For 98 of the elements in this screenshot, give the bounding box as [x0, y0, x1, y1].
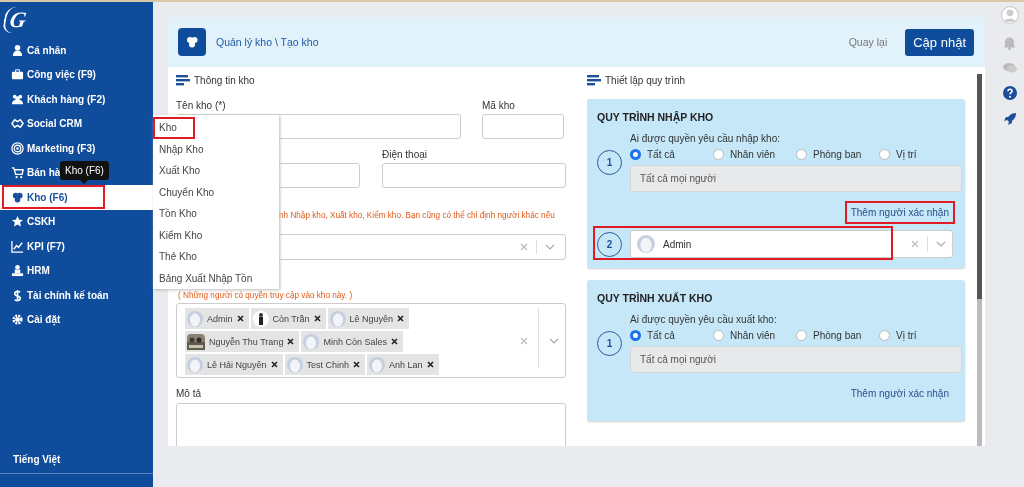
org-icon [11, 264, 24, 278]
radio-option[interactable]: Phòng ban [796, 149, 879, 160]
avatar-icon [303, 333, 320, 350]
submenu-item[interactable]: Kho [153, 117, 195, 139]
chevron-down-icon[interactable] [549, 337, 559, 344]
target-icon [11, 141, 24, 155]
radio-option[interactable]: Nhân viên [713, 330, 796, 341]
field-label: Tên kho (*) [176, 100, 227, 112]
section-heading: Thiết lập quy trình [605, 74, 686, 86]
avatar-icon [369, 356, 386, 373]
radio-option[interactable]: Vị trí [879, 149, 962, 160]
remove-icon[interactable] [287, 338, 295, 345]
scope-field: Tất cả mọi người [630, 165, 962, 192]
logo: G [1, 7, 33, 33]
sidebar-item[interactable]: Tài chính kế toán [0, 283, 153, 308]
member-name: Lê Hải Nguyên [207, 359, 267, 370]
avatar-icon [329, 310, 346, 327]
submenu-item[interactable]: Nhập Kho [153, 138, 279, 160]
member-name: Nguyễn Thu Trang [209, 336, 284, 347]
sidebar-item[interactable]: Marketing (F3) [0, 136, 153, 161]
briefcase-icon [11, 68, 24, 82]
sidebar-item[interactable]: CSKH [0, 209, 153, 234]
avatar-icon [286, 356, 303, 373]
sidebar-item[interactable]: Cài đặt [0, 307, 153, 332]
process-title: QUY TRÌNH NHẬP KHO [597, 111, 715, 123]
hint-text: ( Những người có quyền truy cập vào kho này. ) [178, 290, 353, 301]
input-field[interactable] [482, 114, 564, 139]
avatar-icon [637, 235, 655, 253]
radio-option[interactable]: Nhân viên [713, 149, 796, 160]
add-approver-link[interactable]: Thêm người xác nhận [846, 203, 953, 222]
sidebar-item[interactable]: Công việc (F9) [0, 62, 153, 87]
clear-icon[interactable] [520, 243, 528, 251]
chat-icon[interactable] [1002, 62, 1017, 74]
scope-field: Tất cả mọi người [630, 346, 962, 373]
chevron-down-icon[interactable] [936, 241, 946, 247]
remove-icon[interactable] [236, 315, 244, 322]
radio-option[interactable]: Tất cả [630, 330, 713, 341]
avatar-icon [187, 356, 203, 373]
submenu-item[interactable]: Kiểm Kho [153, 224, 279, 246]
radio-option[interactable]: Phòng ban [796, 330, 879, 341]
star-icon [11, 215, 24, 229]
remove-icon[interactable] [390, 338, 398, 345]
field-label: Điện thoại [382, 149, 429, 161]
clear-icon[interactable] [911, 240, 919, 248]
rocket-icon[interactable] [1002, 112, 1017, 126]
remove-icon[interactable] [397, 315, 405, 322]
remove-icon[interactable] [270, 361, 278, 368]
breadcrumb: Quản lý kho \ Tạo kho [216, 36, 320, 48]
users-icon [11, 92, 24, 106]
hint-text: nh Nhập kho, Xuất kho, Kiểm kho. Bạn cũng có thể chỉ định người khác nếu [279, 210, 555, 221]
approver-select[interactable]: Admin [630, 230, 953, 258]
submenu-item[interactable]: Chuyển Kho [153, 181, 279, 203]
field-label: Mô tả [176, 388, 202, 400]
remove-icon[interactable] [426, 361, 434, 368]
avatar-icon [187, 310, 203, 327]
field-label: Mã kho [482, 100, 516, 112]
sidebar-item[interactable]: KPI (F7) [0, 234, 153, 259]
process-title: QUY TRÌNH XUẤT KHO [597, 292, 714, 304]
sidebar-item[interactable]: Khách hàng (F2) [0, 87, 153, 112]
dollar-icon [11, 288, 24, 302]
submenu-item[interactable]: Tồn Kho [153, 203, 279, 225]
question-text: Ai được quyền yêu cầu xuất kho: [630, 314, 778, 325]
member-name: Lê Nguyên [349, 313, 394, 324]
sidebar-item[interactable]: Kho (F6) [0, 185, 153, 210]
bell-icon[interactable] [1003, 36, 1016, 50]
sidebar-item[interactable]: Cá nhân [0, 38, 153, 63]
clear-icon[interactable] [520, 336, 528, 345]
update-button[interactable]: Cập nhật [905, 28, 974, 56]
user-icon [11, 43, 24, 57]
member-name: Test Chinh [306, 359, 350, 370]
submenu-item[interactable]: Bảng Xuất Nhập Tồn [153, 267, 279, 289]
member-name: Minh Còn Sales [323, 336, 387, 347]
section-heading: Thông tin kho [194, 74, 255, 86]
input-field[interactable] [382, 163, 566, 188]
bars-icon [176, 74, 190, 86]
radio-option[interactable]: Vị trí [879, 330, 962, 341]
add-approver-link[interactable]: Thêm người xác nhận [846, 384, 953, 403]
remove-icon[interactable] [313, 315, 321, 322]
back-link[interactable]: Quay lại [848, 36, 888, 48]
member-name: Còn Trần [272, 313, 310, 324]
chart-icon [11, 239, 24, 253]
language-label[interactable]: Tiếng Việt [0, 454, 153, 474]
question-text: Ai được quyền yêu cầu nhập kho: [630, 133, 781, 144]
help-icon[interactable] [1002, 86, 1017, 100]
radio-option[interactable]: Tất cả [630, 149, 713, 160]
submenu-item[interactable]: Thẻ Kho [153, 246, 279, 268]
member-name: Anh Lan [389, 359, 423, 370]
bars-icon [587, 74, 601, 86]
avatar-icon[interactable] [1000, 6, 1019, 24]
members-select[interactable]: Admin Còn Trần Lê Nguyên Nguyễn Thu Trang Minh Còn Sales Lê Hải Nguyên Test Chinh Anh Lan [176, 303, 566, 378]
cart-icon [11, 166, 24, 180]
member-name: Admin [207, 313, 233, 324]
submenu-item[interactable]: Xuất Kho [153, 160, 279, 182]
chevron-down-icon[interactable] [545, 244, 555, 250]
remove-icon[interactable] [353, 361, 361, 368]
handshake-icon [11, 117, 24, 131]
sidebar-item[interactable]: Social CRM [0, 111, 153, 136]
sidebar-item[interactable]: HRM [0, 258, 153, 283]
